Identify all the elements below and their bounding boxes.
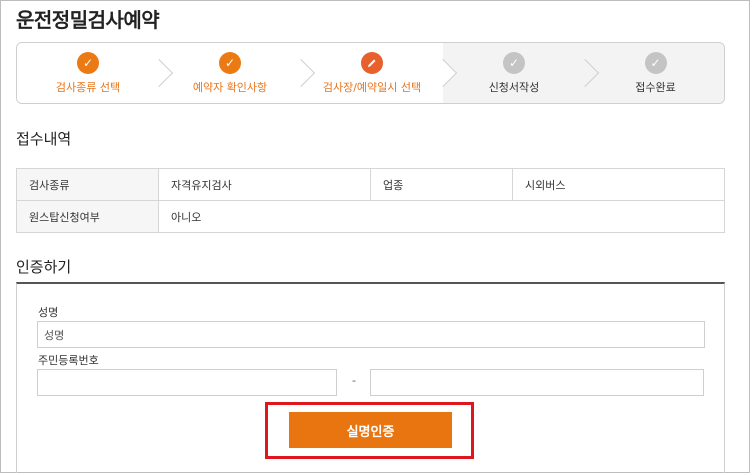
table-cell: 시외버스 (512, 168, 725, 201)
auth-section-title: 인증하기 (16, 258, 72, 276)
table-cell: 자격유지검사 (158, 168, 371, 201)
table-row: 검사종류 자격유지검사 업종 시외버스 (16, 168, 725, 201)
receipt-table: 검사종류 자격유지검사 업종 시외버스 원스탑신청여부 아니오 (16, 168, 725, 233)
step-4: ✓ 신청서작성 (443, 43, 600, 103)
table-header-cell: 원스탑신청여부 (16, 200, 159, 233)
receipt-section-title: 접수내역 (16, 130, 72, 148)
step-1: ✓ 검사종류 선택 (17, 43, 174, 103)
name-input[interactable]: 성명 (37, 321, 705, 348)
step-label: 검사장/예약일시 선택 (322, 80, 422, 94)
pencil-icon (361, 51, 383, 74)
table-cell: 아니오 (158, 200, 725, 233)
page-title: 운전정밀검사예약 (16, 8, 160, 32)
step-3: 검사장/예약일시 선택 (301, 43, 458, 103)
table-header-cell: 검사종류 (16, 168, 159, 201)
check-icon: ✓ (219, 51, 241, 74)
rrn-separator: - (352, 374, 356, 387)
check-icon: ✓ (77, 51, 99, 74)
rrn-label: 주민등록번호 (38, 354, 99, 367)
step-5: ✓ 접수완료 (585, 43, 724, 103)
table-header-cell: 업종 (370, 168, 513, 201)
step-label: 접수완료 (635, 80, 676, 94)
rrn-back-input[interactable] (370, 369, 704, 396)
check-icon: ✓ (503, 51, 525, 74)
progress-stepper: ✓ 검사종류 선택 ✓ 예약자 확인사항 검사장/예약일시 선택 ✓ 신청서작성… (16, 42, 725, 104)
verify-button[interactable]: 실명인증 (289, 412, 452, 448)
name-label: 성명 (38, 306, 59, 319)
step-2: ✓ 예약자 확인사항 (159, 43, 316, 103)
check-icon: ✓ (644, 51, 667, 74)
step-label: 검사종류 선택 (55, 80, 121, 94)
table-row: 원스탑신청여부 아니오 (16, 200, 725, 233)
rrn-front-input[interactable] (37, 369, 337, 396)
step-label: 예약자 확인사항 (192, 80, 268, 94)
step-label: 신청서작성 (488, 80, 540, 94)
